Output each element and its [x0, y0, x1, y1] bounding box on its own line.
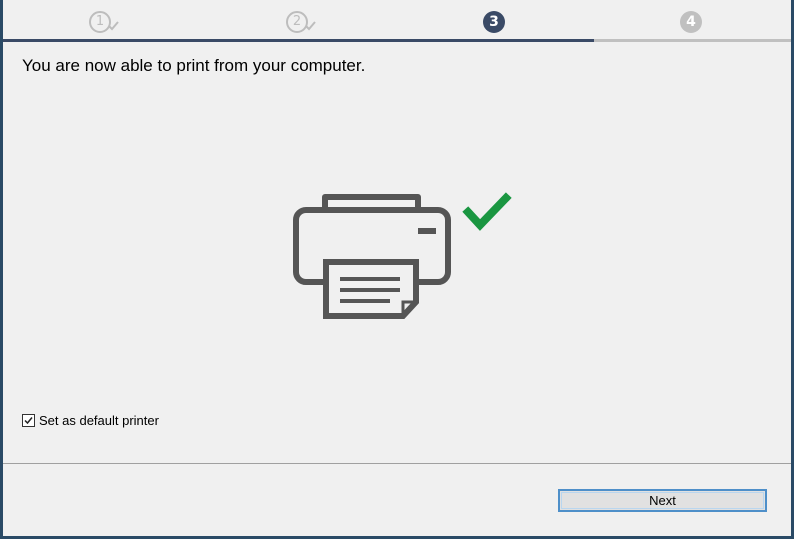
step-3: 3: [397, 0, 594, 42]
step-progress-bar: [594, 39, 791, 42]
step-4: 4: [594, 0, 791, 42]
step-indicator: 1 2 3 4: [3, 0, 791, 46]
next-button-label: Next: [649, 493, 676, 508]
page-title: You are now able to print from your comp…: [22, 56, 366, 75]
step-2: 2: [200, 0, 397, 42]
printer-illustration: [293, 192, 512, 319]
checkmark-icon: [24, 416, 33, 424]
step-progress-bar: [200, 39, 397, 42]
checkmark-icon: [462, 192, 512, 231]
footer-divider: [3, 463, 791, 464]
step-progress-bar: [397, 39, 594, 42]
step-1: 1: [3, 0, 200, 42]
step-progress-bar: [3, 39, 200, 42]
step-complete-icon: [108, 21, 119, 31]
step-number: 4: [680, 11, 702, 33]
step-complete-icon: [305, 21, 316, 31]
installer-window: 1 2 3 4 You are now able to print from y…: [3, 0, 791, 536]
default-printer-option[interactable]: Set as default printer: [22, 412, 159, 428]
step-number: 3: [483, 11, 505, 33]
default-printer-checkbox[interactable]: [22, 413, 35, 427]
printer-icon: [293, 194, 451, 319]
next-button[interactable]: Next: [558, 489, 767, 512]
default-printer-label: Set as default printer: [39, 412, 159, 428]
